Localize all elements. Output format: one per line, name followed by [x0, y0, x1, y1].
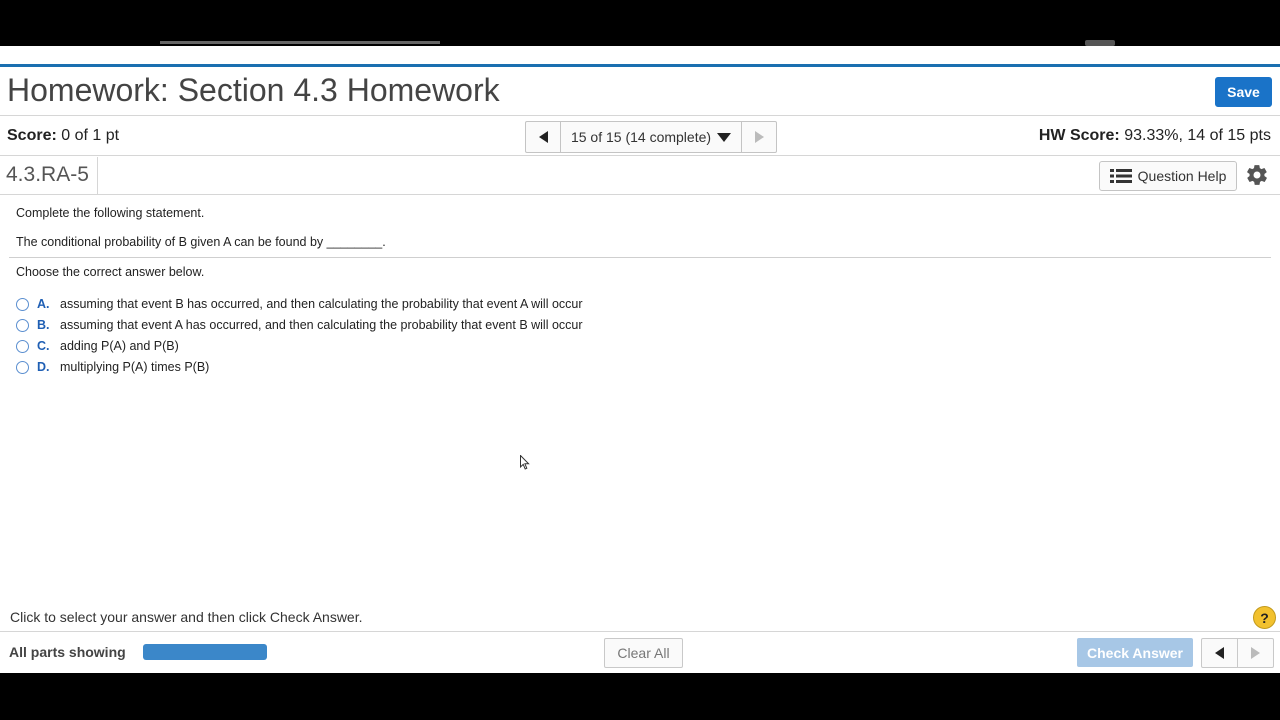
- progress-fill: [143, 644, 267, 660]
- divider: [0, 194, 1280, 195]
- parts-progress-bar: [143, 644, 267, 660]
- mouse-pointer-icon: [520, 455, 530, 470]
- answer-option-d[interactable]: D. multiplying P(A) times P(B): [16, 358, 209, 376]
- footer-question-nav: [1201, 638, 1274, 668]
- question-selector-dropdown[interactable]: 15 of 15 (14 complete): [561, 122, 741, 152]
- hw-score-display: HW Score: 93.33%, 14 of 15 pts: [1039, 127, 1271, 145]
- hw-score-value: 93.33%, 14 of 15 pts: [1124, 127, 1271, 144]
- answer-option-a[interactable]: A. assuming that event B has occurred, a…: [16, 295, 583, 313]
- question-selector-label: 15 of 15 (14 complete): [570, 129, 712, 145]
- question-statement: The conditional probability of B given A…: [16, 235, 386, 249]
- triangle-right-icon: [754, 131, 764, 143]
- save-button[interactable]: Save: [1215, 77, 1272, 107]
- score-display: Score: 0 of 1 pt: [7, 127, 119, 145]
- score-value: 0 of 1 pt: [61, 127, 120, 144]
- question-prompt: Choose the correct answer below.: [16, 265, 205, 279]
- answer-option-b[interactable]: B. assuming that event A has occurred, a…: [16, 316, 583, 334]
- triangle-left-icon: [1215, 647, 1224, 659]
- option-letter: D.: [37, 360, 50, 374]
- page-title: Homework: Section 4.3 Homework: [7, 72, 500, 108]
- score-label: Score:: [7, 127, 57, 144]
- obscured-header-icon: [1085, 40, 1115, 46]
- check-answer-button[interactable]: Check Answer: [1077, 638, 1193, 667]
- footer-previous-button[interactable]: [1202, 639, 1238, 667]
- help-icon[interactable]: ?: [1253, 606, 1276, 629]
- option-text: multiplying P(A) times P(B): [60, 360, 210, 374]
- option-letter: B.: [37, 318, 50, 332]
- question-pager: 15 of 15 (14 complete): [525, 121, 777, 153]
- clear-all-button[interactable]: Clear All: [604, 638, 683, 668]
- footer-next-button[interactable]: [1238, 639, 1273, 667]
- next-question-button[interactable]: [741, 122, 776, 152]
- obscured-header-text: [160, 36, 440, 46]
- radio-button[interactable]: [16, 339, 29, 353]
- triangle-right-icon: [1251, 647, 1260, 659]
- option-letter: C.: [37, 339, 50, 353]
- browser-bottom-bar: [0, 673, 1280, 720]
- option-text: adding P(A) and P(B): [60, 339, 179, 353]
- question-help-button[interactable]: Question Help: [1099, 161, 1237, 191]
- divider: [97, 157, 98, 194]
- footer-instruction: Click to select your answer and then cli…: [10, 609, 363, 625]
- option-text: assuming that event B has occurred, and …: [60, 297, 583, 311]
- question-help-label: Question Help: [1137, 168, 1227, 184]
- gear-icon[interactable]: [1245, 163, 1269, 187]
- question-instruction: Complete the following statement.: [16, 206, 205, 220]
- radio-button[interactable]: [16, 297, 29, 311]
- list-icon: [1109, 169, 1132, 183]
- header-accent-rule: [0, 64, 1280, 67]
- option-letter: A.: [37, 297, 50, 311]
- divider: [0, 155, 1280, 156]
- option-text: assuming that event A has occurred, and …: [60, 318, 583, 332]
- divider: [0, 115, 1280, 116]
- previous-question-button[interactable]: [526, 122, 561, 152]
- triangle-down-icon: [717, 132, 732, 142]
- question-id: 4.3.RA-5: [6, 163, 89, 186]
- divider: [0, 631, 1280, 632]
- radio-button[interactable]: [16, 318, 29, 332]
- radio-button[interactable]: [16, 360, 29, 374]
- answer-option-c[interactable]: C. adding P(A) and P(B): [16, 337, 179, 355]
- triangle-left-icon: [538, 131, 548, 143]
- divider: [9, 257, 1271, 258]
- browser-top-bar: [0, 0, 1280, 46]
- all-parts-label: All parts showing: [9, 644, 126, 660]
- hw-score-label: HW Score:: [1038, 127, 1120, 144]
